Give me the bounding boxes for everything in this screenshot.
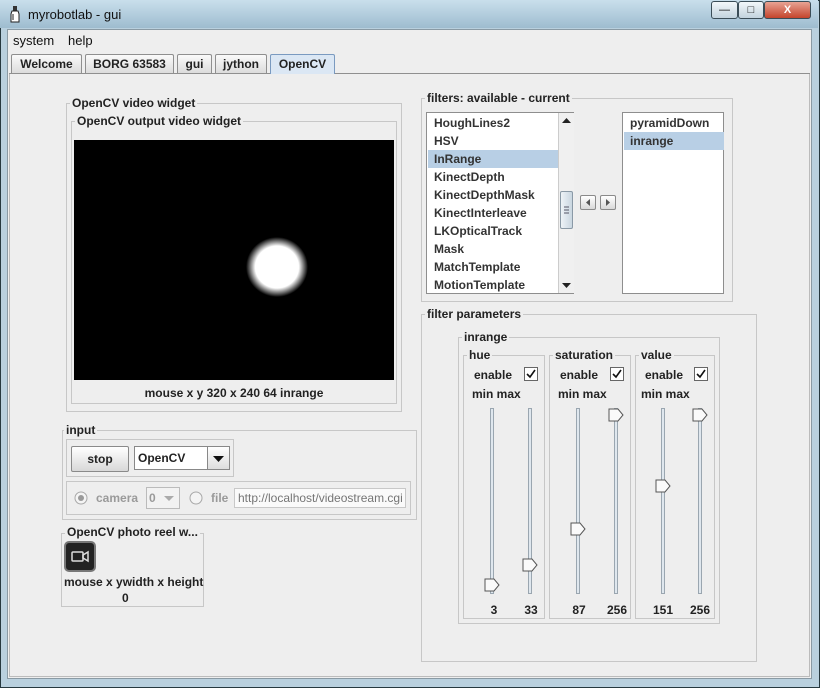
list-item[interactable]: pyramidDown (624, 114, 724, 132)
value-title: value (639, 348, 674, 362)
value-min-value: 151 (652, 603, 674, 617)
filters-scrollbar[interactable] (558, 113, 574, 293)
camera-index-select[interactable]: 0 (146, 487, 180, 509)
file-url-input[interactable] (234, 488, 406, 508)
saturation-enable-checkbox[interactable] (610, 367, 624, 381)
arrow-right-icon (606, 199, 610, 206)
move-left-button[interactable] (580, 195, 596, 210)
value-max-slider-thumb[interactable] (692, 408, 708, 422)
scroll-down-arrow-icon[interactable] (559, 278, 574, 293)
saturation-max-slider[interactable] (614, 408, 618, 594)
hue-min-value: 3 (490, 603, 498, 617)
app-bottle-icon (10, 6, 20, 23)
saturation-minmax-label: min max (558, 387, 607, 401)
list-item[interactable]: MatchTemplate (428, 258, 559, 276)
hue-min-slider-thumb[interactable] (484, 578, 500, 592)
current-filters-list[interactable]: pyramidDown inrange (622, 112, 724, 294)
list-item[interactable]: MotionTemplate (428, 276, 559, 293)
menu-help[interactable]: help (68, 33, 93, 48)
list-item[interactable]: HoughLines2 (428, 114, 559, 132)
window-controls: — □ X (711, 1, 813, 19)
output-video-title: OpenCV output video widget (75, 114, 243, 128)
value-enable-label: enable (645, 368, 684, 382)
filter-parameters-title: filter parameters (425, 307, 524, 321)
value-min-slider-thumb[interactable] (655, 479, 671, 493)
scroll-up-arrow-icon[interactable] (559, 113, 574, 128)
video-widget-title: OpenCV video widget (70, 96, 198, 110)
saturation-title: saturation (553, 348, 616, 362)
available-filters-list[interactable]: HoughLines2 HSV InRange KinectDepth Kine… (426, 112, 574, 294)
hue-min-slider[interactable] (490, 408, 494, 594)
photo-reel-count: 0 (122, 591, 129, 605)
video-display[interactable] (74, 140, 394, 380)
menu-system[interactable]: system (13, 33, 54, 48)
hue-enable-label: enable (474, 368, 513, 382)
tab-opencv[interactable]: OpenCV (270, 54, 335, 74)
window-title: myrobotlab - gui (28, 7, 122, 22)
hue-enable-checkbox[interactable] (524, 367, 538, 381)
source-select-value: OpenCV (138, 451, 186, 465)
saturation-min-slider[interactable] (576, 408, 580, 594)
file-radio[interactable] (189, 491, 203, 505)
camera-index-value: 0 (149, 491, 156, 505)
list-item-selected[interactable]: inrange (624, 132, 724, 150)
hue-max-value: 33 (524, 603, 538, 617)
list-item[interactable]: HSV (428, 132, 559, 150)
hue-minmax-label: min max (472, 387, 521, 401)
tracked-blob (246, 237, 308, 297)
menu-bar: system help (8, 30, 811, 50)
list-item[interactable]: Mask (428, 240, 559, 258)
hue-title: hue (467, 348, 493, 362)
tab-jython[interactable]: jython (215, 54, 267, 73)
source-select[interactable]: OpenCV (134, 446, 230, 470)
video-camera-icon[interactable] (64, 541, 96, 572)
filters-title: filters: available - current (425, 91, 572, 105)
saturation-max-slider-thumb[interactable] (608, 408, 624, 422)
list-item[interactable]: LKOpticalTrack (428, 222, 559, 240)
file-label: file (211, 491, 229, 505)
tab-borg[interactable]: BORG 63583 (85, 54, 174, 73)
chevron-down-icon[interactable] (207, 447, 229, 469)
camera-radio[interactable] (74, 491, 88, 505)
list-item[interactable]: KinectInterleave (428, 204, 559, 222)
inrange-title: inrange (462, 330, 510, 344)
scroll-thumb[interactable] (560, 191, 573, 229)
list-item-selected[interactable]: InRange (428, 150, 559, 168)
hue-max-slider-thumb[interactable] (522, 558, 538, 572)
input-title: input (64, 423, 98, 437)
value-max-slider[interactable] (698, 408, 702, 594)
arrow-left-icon (586, 199, 590, 206)
saturation-max-value: 256 (606, 603, 628, 617)
list-item[interactable]: KinectDepthMask (428, 186, 559, 204)
value-max-value: 256 (689, 603, 711, 617)
list-item[interactable]: KinectDepth (428, 168, 559, 186)
photo-reel-title: OpenCV photo reel w... (65, 525, 200, 539)
value-minmax-label: min max (641, 387, 690, 401)
value-enable-checkbox[interactable] (694, 367, 708, 381)
title-bar[interactable] (0, 0, 818, 28)
minimize-button[interactable]: — (711, 1, 738, 19)
camera-label: camera (96, 491, 139, 505)
stop-button[interactable]: stop (71, 446, 129, 472)
close-button[interactable]: X (764, 1, 811, 19)
photo-reel-mouse-text: mouse x ywidth x height (64, 575, 204, 589)
move-right-button[interactable] (600, 195, 616, 210)
saturation-min-value: 87 (572, 603, 586, 617)
chevron-down-icon (161, 490, 177, 509)
tab-welcome[interactable]: Welcome (11, 54, 82, 73)
tab-gui[interactable]: gui (177, 54, 212, 73)
saturation-min-slider-thumb[interactable] (570, 522, 586, 536)
saturation-enable-label: enable (560, 368, 599, 382)
value-min-slider[interactable] (661, 408, 665, 594)
maximize-button[interactable]: □ (738, 1, 764, 19)
video-status-text: mouse x y 320 x 240 64 inrange (144, 386, 324, 400)
